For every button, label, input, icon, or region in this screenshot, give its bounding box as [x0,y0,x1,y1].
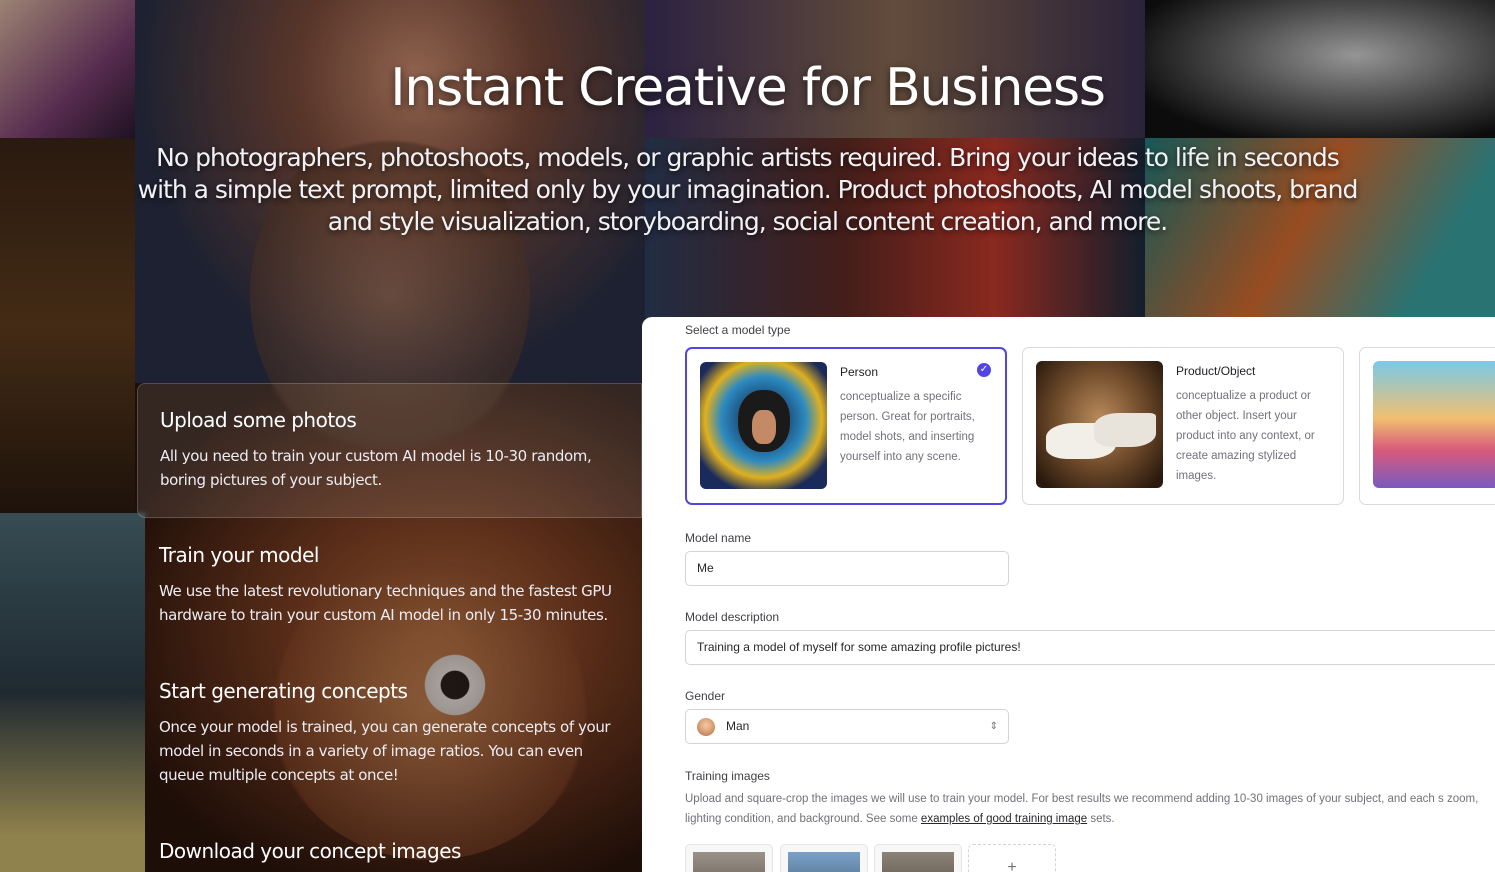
add-training-image-button[interactable]: + [968,844,1056,872]
step-train-model[interactable]: Train your model We use the latest revol… [137,519,642,649]
training-examples-link[interactable]: examples of good training image [921,813,1087,825]
person-thumbnail [700,362,827,489]
model-name-input[interactable]: Me [685,551,1009,586]
chevron-updown-icon: ⇕ [989,721,998,732]
model-type-card-person[interactable]: Person conceptualize a specific person. … [685,347,1007,505]
card-description: conceptualize a product or other object.… [1176,390,1315,482]
step-upload-photos[interactable]: Upload some photos All you need to train… [137,383,642,518]
product-thumbnail [1036,361,1163,488]
gender-label: Gender [685,689,726,703]
step-generate-concepts[interactable]: Start generating concepts Once your mode… [137,655,642,815]
training-image-thumb[interactable] [874,844,962,872]
gender-value: Man [726,719,750,733]
step-download-images[interactable]: Download your concept images [137,815,642,872]
model-description-label: Model description [685,610,780,624]
training-images-label: Training images [685,769,770,783]
card-title: Person [840,365,879,379]
model-name-label: Model name [685,531,752,545]
step-title: Download your concept images [159,839,461,863]
step-text: All you need to train your custom AI mod… [160,447,592,489]
step-title: Upload some photos [160,408,357,432]
hero-title: Instant Creative for Business [390,58,1106,118]
step-text: Once your model is trained, you can gene… [159,718,611,784]
selected-check-icon: ✓ [977,363,991,377]
model-form-panel: Select a model type Person conceptualize… [642,317,1495,872]
training-image-thumb[interactable] [685,844,773,872]
model-description-input[interactable]: Training a model of myself for some amaz… [685,630,1495,665]
model-type-label: Select a model type [685,323,791,337]
step-title: Train your model [159,543,319,567]
model-type-card-style[interactable] [1359,347,1495,505]
card-title: Product/Object [1176,364,1256,378]
shoe-shape [1094,413,1156,447]
style-thumbnail [1373,361,1495,488]
gender-select[interactable]: Man ⇕ [685,709,1009,744]
step-title: Start generating concepts [159,679,408,703]
card-description: conceptualize a specific person. Great f… [840,391,975,463]
model-type-card-product[interactable]: Product/Object conceptualize a product o… [1022,347,1344,505]
man-avatar-icon [697,718,715,736]
training-image-thumb[interactable] [780,844,868,872]
hero-subtitle: No photographers, photoshoots, models, o… [137,143,1359,236]
training-images-help: Upload and square-crop the images we wil… [685,789,1495,829]
portrait-figure [738,390,790,452]
help-text-end: sets. [1087,813,1115,825]
step-text: We use the latest revolutionary techniqu… [159,582,612,624]
